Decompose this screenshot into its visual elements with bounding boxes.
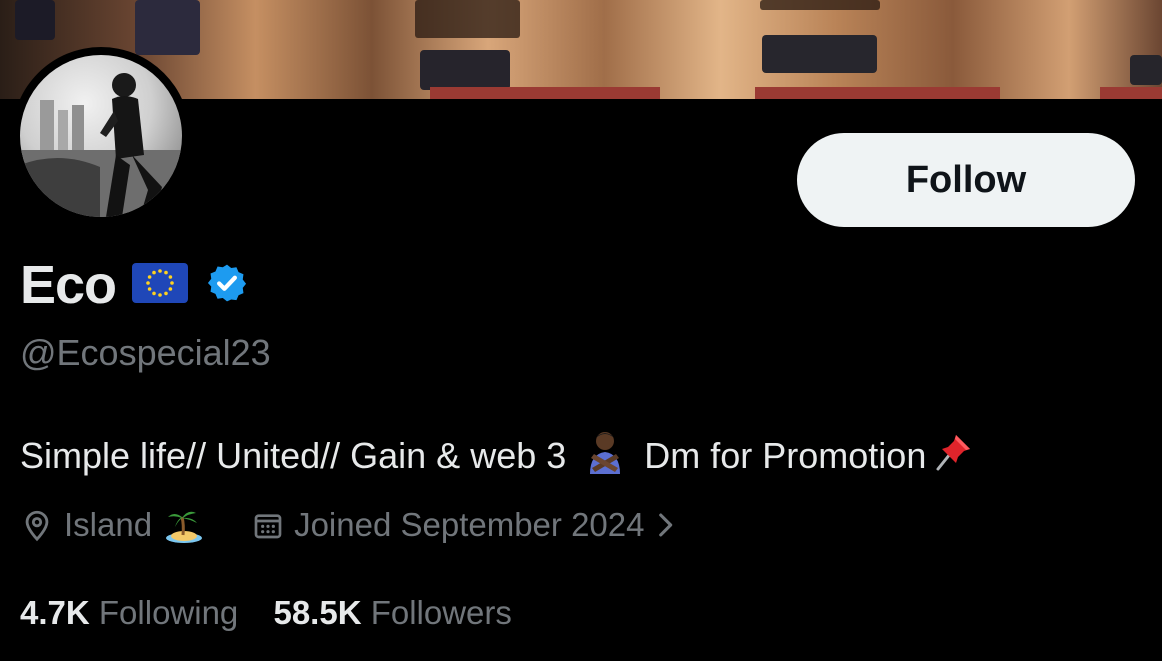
display-name: Eco	[20, 255, 117, 315]
follow-stats: 4.7K Following 58.5K Followers	[20, 594, 512, 632]
location-text: Island	[64, 506, 153, 543]
calendar-icon	[252, 508, 284, 542]
avatar-photo	[20, 73, 182, 217]
follow-button[interactable]: Follow	[797, 133, 1135, 227]
banner-shelf	[415, 0, 520, 38]
followers-link[interactable]: 58.5K Followers	[273, 594, 511, 631]
pushpin-icon	[932, 429, 976, 482]
joined-item[interactable]: Joined September 2024	[252, 506, 676, 544]
followers-count: 58.5K	[273, 594, 362, 631]
profile-meta: Island Joined September 2024	[20, 505, 676, 545]
following-link[interactable]: 4.7K Following	[20, 594, 247, 631]
name-row: Eco	[20, 252, 248, 318]
banner-folded-clothes	[762, 35, 877, 73]
bio-text: Dm for Promotion	[644, 434, 927, 476]
avatar[interactable]	[20, 55, 182, 217]
banner-folded-clothes	[420, 50, 510, 90]
profile-bio: Simple life// United// Gain & web 3 Dm f…	[20, 428, 992, 483]
bio-text: Simple life// United// Gain & web 3	[20, 434, 567, 476]
banner-bench	[755, 87, 1000, 99]
username-handle: @Ecospecial23	[20, 332, 271, 373]
desert-island-icon	[164, 505, 204, 545]
location-item: Island	[20, 505, 204, 545]
chevron-right-icon[interactable]	[654, 508, 676, 542]
banner-folded-clothes	[1130, 55, 1162, 85]
followers-label: Followers	[370, 594, 512, 631]
banner-bench	[1100, 87, 1162, 99]
eu-flag-icon	[132, 262, 189, 308]
person-gesturing-no-icon	[582, 428, 628, 483]
following-label: Following	[98, 594, 239, 631]
following-count: 4.7K	[20, 594, 90, 631]
banner-shelf	[760, 0, 880, 10]
joined-date: Joined September 2024	[294, 506, 645, 543]
banner-bench	[430, 87, 660, 99]
location-pin-icon	[20, 507, 54, 543]
verified-badge-icon[interactable]	[206, 262, 248, 309]
banner-clothing	[15, 0, 55, 40]
banner-clothing	[135, 0, 200, 55]
profile-banner[interactable]	[0, 0, 1162, 99]
